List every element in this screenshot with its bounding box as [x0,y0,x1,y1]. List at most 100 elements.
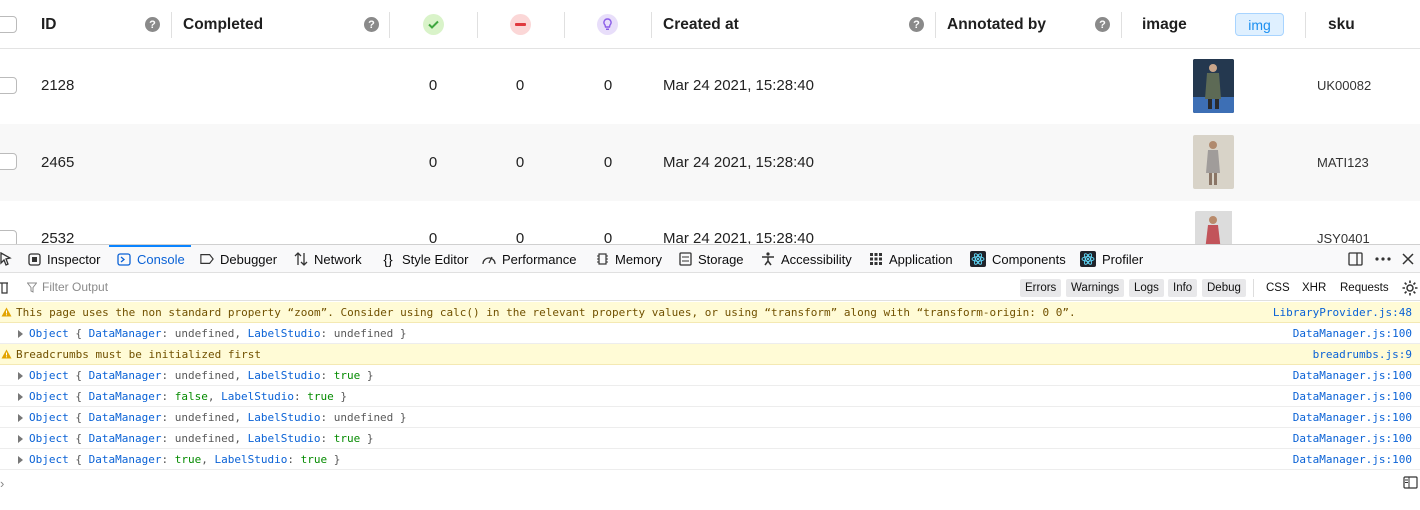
cell-sku: UK00082 [1317,78,1372,93]
cell-created-at: Mar 24 2021, 15:28:40 [663,230,814,244]
column-header-annotated-by[interactable]: Annotated by [947,0,1046,49]
log-object[interactable]: Object { DataManager: undefined, LabelSt… [29,327,407,340]
filter-logs-button[interactable]: Logs [1129,279,1164,297]
filter-warnings-button[interactable]: Warnings [1066,279,1125,297]
expand-arrow-icon[interactable] [18,414,23,422]
expand-arrow-icon[interactable] [18,456,23,464]
help-icon[interactable]: ? [1095,17,1110,32]
help-icon[interactable]: ? [909,17,924,32]
trash-icon[interactable] [0,280,8,299]
image-thumbnail[interactable] [1193,135,1234,189]
tab-style-editor[interactable]: {} Style Editor [380,245,468,273]
console-input[interactable]: › [0,473,1420,495]
filter-input[interactable]: Filter Output [27,280,108,294]
tab-storage[interactable]: Storage [678,245,744,273]
rejected-minus-icon[interactable] [510,14,531,35]
column-divider [389,12,390,38]
row-checkbox[interactable] [0,153,17,170]
filter-debug-button[interactable]: Debug [1202,279,1246,297]
tab-memory[interactable]: Memory [595,245,662,273]
storage-icon [678,252,692,266]
cell-accepted: 0 [428,154,438,171]
log-object[interactable]: Object { DataManager: undefined, LabelSt… [29,432,373,445]
close-icon[interactable] [1402,245,1414,273]
console-warning-row[interactable]: This page uses the non standard property… [0,302,1420,323]
tab-components[interactable]: Components [970,245,1066,273]
filter-css-toggle[interactable]: CSS [1266,279,1290,297]
dock-side-icon[interactable] [1348,245,1363,273]
tab-inspector[interactable]: Inspector [27,245,100,273]
column-header-id[interactable]: ID [41,0,57,49]
log-source-link[interactable]: DataManager.js:100 [1293,369,1412,382]
cell-accepted: 0 [428,230,438,244]
filter-info-button[interactable]: Info [1168,279,1198,297]
log-object[interactable]: Object { DataManager: false, LabelStudio… [29,390,347,403]
expand-arrow-icon[interactable] [18,330,23,338]
help-icon[interactable]: ? [364,17,379,32]
react-icon [1080,251,1096,267]
log-source-link[interactable]: DataManager.js:100 [1293,390,1412,403]
img-type-badge[interactable]: img [1235,13,1284,36]
expand-arrow-icon[interactable] [18,393,23,401]
tab-profiler[interactable]: Profiler [1080,245,1143,273]
expand-arrow-icon[interactable] [18,372,23,380]
log-source-link[interactable]: LibraryProvider.js:48 [1273,306,1412,319]
column-header-completed[interactable]: Completed [183,0,263,49]
row-checkbox[interactable] [0,77,17,94]
log-object[interactable]: Object { DataManager: undefined, LabelSt… [29,369,373,382]
tab-application[interactable]: Application [869,245,953,273]
cell-created-at: Mar 24 2021, 15:28:40 [663,154,814,171]
log-source-link[interactable]: DataManager.js:100 [1293,411,1412,424]
select-all-checkbox[interactable] [0,16,17,33]
log-source-link[interactable]: DataManager.js:100 [1293,453,1412,466]
settings-gear-icon[interactable] [1402,280,1418,301]
table-row[interactable]: 2465 0 0 0 Mar 24 2021, 15:28:40 MATI123 [0,124,1420,201]
console-warning-row[interactable]: Breadcrumbs must be initialized first bre… [0,344,1420,365]
split-console-icon[interactable] [1403,476,1418,494]
console-log-row[interactable]: Object { DataManager: false, LabelStudio… [0,386,1420,407]
column-header-created-at[interactable]: Created at [663,0,739,49]
tab-performance[interactable]: Performance [482,245,576,273]
accepted-check-icon[interactable] [423,14,444,35]
warning-icon [0,307,12,317]
column-divider [564,12,565,38]
log-source-link[interactable]: DataManager.js:100 [1293,432,1412,445]
console-log-row[interactable]: Object { DataManager: true, LabelStudio:… [0,449,1420,470]
pick-element-icon[interactable] [0,245,12,273]
log-source-link[interactable]: breadrumbs.js:9 [1313,348,1412,361]
console-log-row[interactable]: Object { DataManager: undefined, LabelSt… [0,407,1420,428]
help-icon[interactable]: ? [145,17,160,32]
style-editor-icon: {} [383,251,393,267]
tab-debugger[interactable]: Debugger [200,245,277,273]
column-divider [935,12,936,38]
log-source-link[interactable]: DataManager.js:100 [1293,327,1412,340]
accessibility-icon [761,252,775,266]
image-thumbnail[interactable] [1193,59,1234,113]
console-icon [117,252,131,266]
table-header: ID ? Completed ? Created at ? Annotated … [0,0,1420,49]
tab-console[interactable]: Console [109,245,191,273]
filter-requests-toggle[interactable]: Requests [1340,279,1389,297]
filter-xhr-toggle[interactable]: XHR [1302,279,1326,297]
column-header-sku[interactable]: sku [1328,0,1355,49]
table-row[interactable]: 2128 0 0 0 Mar 24 2021, 15:28:40 UK00082 [0,48,1420,125]
predictions-bulb-icon[interactable] [597,14,618,35]
more-options-icon[interactable] [1375,245,1391,273]
console-log-row[interactable]: Object { DataManager: undefined, LabelSt… [0,428,1420,449]
data-table: ID ? Completed ? Created at ? Annotated … [0,0,1420,244]
row-checkbox[interactable] [0,230,17,244]
expand-arrow-icon[interactable] [18,435,23,443]
tab-network[interactable]: Network [294,245,362,273]
log-object[interactable]: Object { DataManager: undefined, LabelSt… [29,411,407,424]
filter-errors-button[interactable]: Errors [1020,279,1062,297]
column-header-image[interactable]: image [1142,0,1187,49]
table-row[interactable]: 2532 0 0 0 Mar 24 2021, 15:28:40 JSY0401 [0,201,1420,244]
warning-icon [0,349,12,359]
image-thumbnail[interactable] [1195,211,1236,244]
network-icon [294,252,308,266]
console-log-row[interactable]: Object { DataManager: undefined, LabelSt… [0,365,1420,386]
cell-predictions: 0 [603,154,613,171]
console-log-row[interactable]: Object { DataManager: undefined, LabelSt… [0,323,1420,344]
tab-accessibility[interactable]: Accessibility [761,245,852,273]
log-object[interactable]: Object { DataManager: true, LabelStudio:… [29,453,340,466]
